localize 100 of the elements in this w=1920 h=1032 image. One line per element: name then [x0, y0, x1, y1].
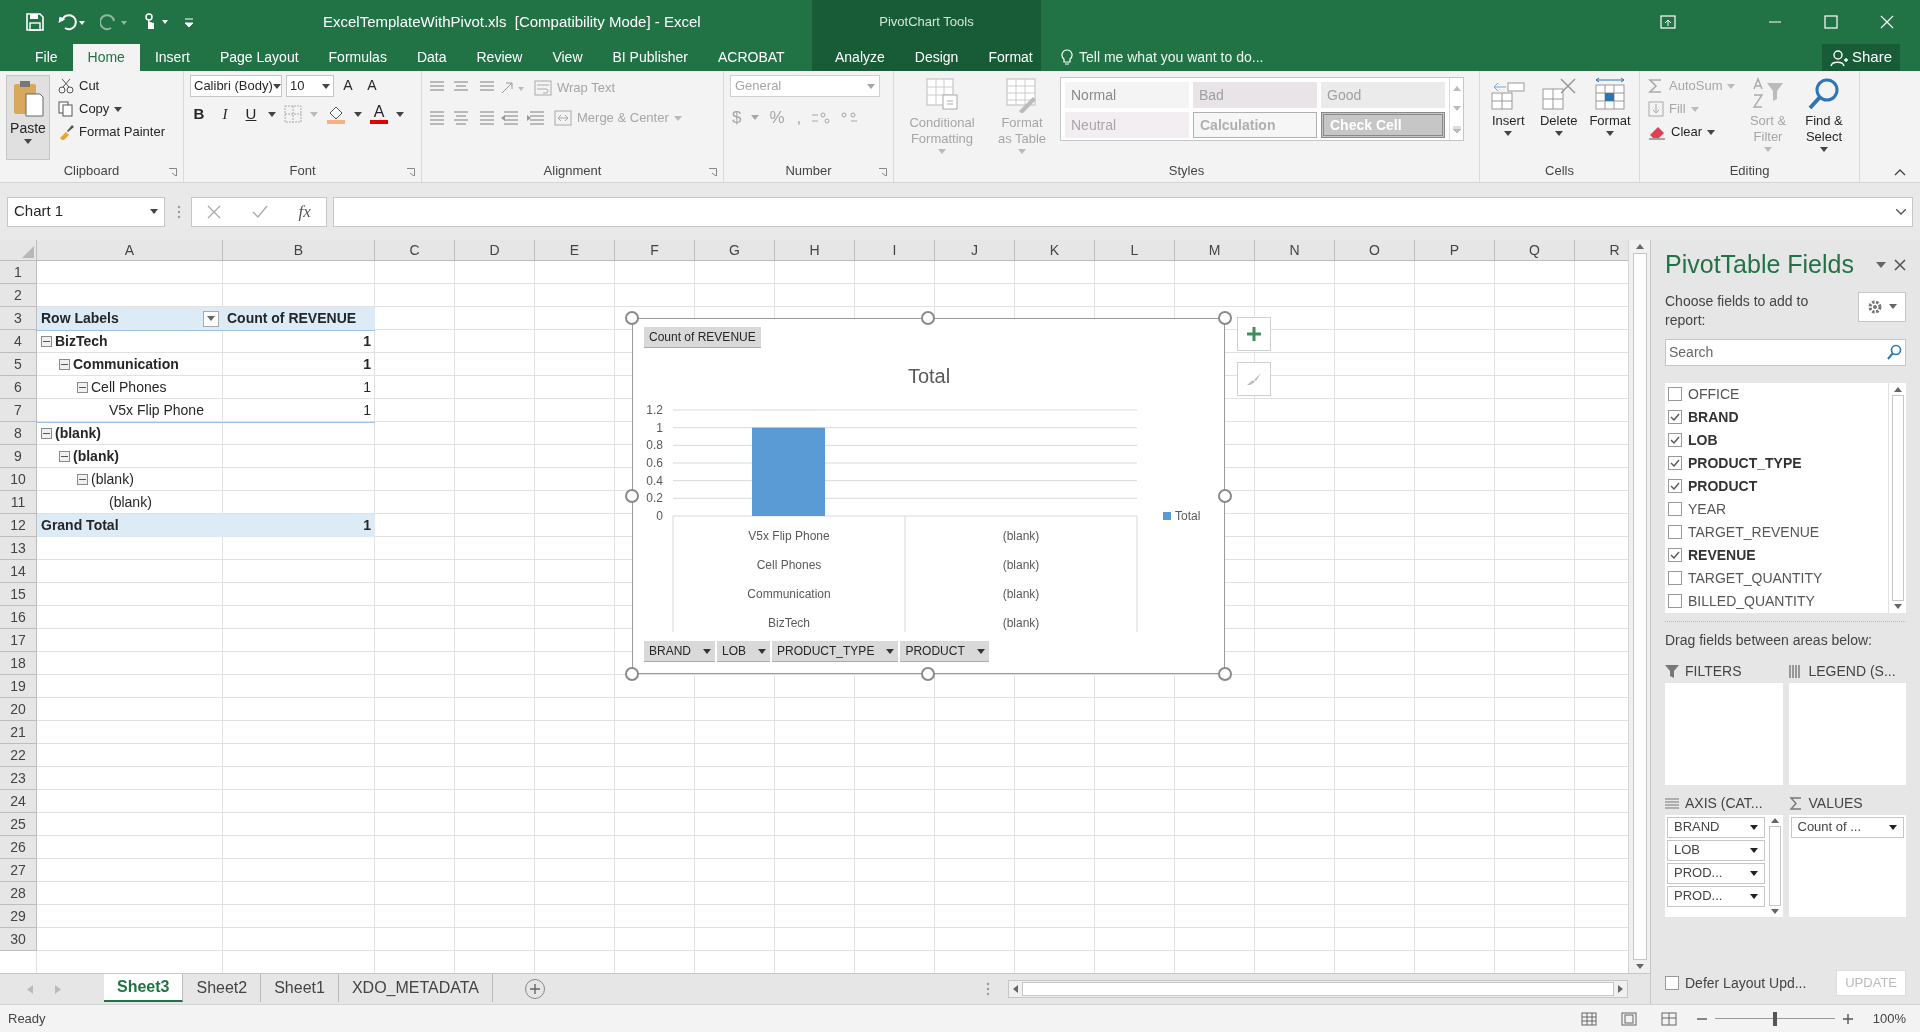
field-checkbox[interactable] [1668, 410, 1682, 424]
axis-field-button[interactable]: LOB [717, 641, 771, 662]
scroll-down-icon[interactable] [1770, 908, 1779, 914]
zoom-level[interactable]: 100% [1872, 1008, 1906, 1029]
copy-button[interactable]: Copy [56, 98, 167, 120]
column-header[interactable]: G [695, 240, 775, 261]
axis-field-button[interactable]: PRODUCT_TYPE [772, 641, 899, 662]
resize-handle[interactable] [1218, 489, 1232, 503]
field-chip[interactable]: Count of ... [1790, 816, 1904, 838]
row-header[interactable]: 28 [0, 882, 37, 905]
row-header[interactable]: 20 [0, 698, 37, 721]
row-header[interactable]: 9 [0, 445, 37, 468]
resize-handle[interactable] [1218, 311, 1232, 325]
column-header[interactable]: O [1335, 240, 1415, 261]
resize-handle[interactable] [921, 311, 935, 325]
scroll-down-icon[interactable] [1635, 964, 1644, 969]
insert-button[interactable]: Insert [1486, 75, 1531, 160]
value-field-button[interactable]: Count of REVENUE [644, 327, 761, 348]
align-center-icon[interactable] [452, 109, 470, 127]
ribbon-tab[interactable]: Formulas [313, 44, 402, 71]
close-icon[interactable] [1894, 258, 1906, 271]
field-checkbox[interactable] [1668, 387, 1682, 401]
field-checkbox[interactable] [1668, 433, 1682, 447]
row-header[interactable]: 6 [0, 376, 37, 399]
field-name[interactable]: TARGET_QUANTITY [1688, 567, 1823, 589]
field-checkbox[interactable] [1668, 525, 1682, 539]
column-header[interactable]: B [223, 240, 375, 261]
tell-me-field[interactable]: Tell me what you want to do... [1079, 47, 1299, 68]
row-header[interactable]: 25 [0, 813, 37, 836]
page-break-icon[interactable] [1660, 1011, 1677, 1026]
font-name-dropdown[interactable]: Calibri (Body) [190, 75, 282, 97]
field-chip[interactable]: PROD... [1667, 885, 1765, 907]
horizontal-scrollbar[interactable] [1008, 980, 1628, 998]
ribbon-tab[interactable]: BI Publisher [597, 44, 703, 71]
zoom-slider[interactable] [1714, 1011, 1835, 1026]
scroll-thumb[interactable] [1632, 253, 1647, 960]
dialog-launcher-icon[interactable] [879, 168, 887, 176]
sheet-tab[interactable]: Sheet1 [261, 974, 339, 1002]
field-name[interactable]: BILLED_QUANTITY [1688, 590, 1815, 612]
scroll-left-icon[interactable] [1013, 985, 1018, 993]
field-chip[interactable]: BRAND [1667, 816, 1765, 838]
redo-icon[interactable] [100, 13, 128, 31]
resize-handle[interactable] [625, 489, 639, 503]
column-header[interactable]: F [615, 240, 695, 261]
axis-field-button[interactable]: BRAND [644, 641, 715, 662]
row-header[interactable]: 17 [0, 629, 37, 652]
field-name[interactable]: OFFICE [1688, 383, 1740, 405]
row-header[interactable]: 26 [0, 836, 37, 859]
column-header[interactable]: R [1575, 240, 1628, 261]
ribbon-tab[interactable]: Home [72, 44, 140, 71]
column-header[interactable]: D [455, 240, 535, 261]
font-color-button[interactable]: A [370, 104, 388, 124]
ribbon-tab[interactable]: View [537, 44, 598, 71]
collapse-button[interactable] [41, 428, 52, 439]
field-name[interactable]: YEAR [1688, 498, 1727, 520]
row-header[interactable]: 12 [0, 514, 37, 537]
row-header[interactable]: 14 [0, 560, 37, 583]
field-chip[interactable]: PROD... [1667, 862, 1765, 884]
borders-icon[interactable] [284, 105, 302, 123]
row-header[interactable]: 30 [0, 928, 37, 951]
increase-indent-icon[interactable] [526, 109, 546, 127]
row-header[interactable]: 19 [0, 675, 37, 698]
format-painter-button[interactable]: Format Painter [56, 121, 167, 143]
find-select-button[interactable]: Find & Select [1798, 75, 1850, 160]
underline-button[interactable]: U [242, 103, 260, 125]
vertical-scrollbar[interactable] [1628, 240, 1650, 973]
row-header[interactable]: 27 [0, 859, 37, 882]
scroll-thumb[interactable] [1891, 394, 1904, 601]
resize-handle[interactable] [921, 667, 935, 681]
row-header[interactable]: 21 [0, 721, 37, 744]
slider-thumb[interactable] [1772, 1011, 1777, 1026]
field-name[interactable]: PRODUCT [1688, 475, 1758, 497]
column-header[interactable]: Q [1495, 240, 1575, 261]
collapse-button[interactable] [59, 359, 70, 370]
collapse-button[interactable] [59, 451, 70, 462]
dialog-launcher-icon[interactable] [709, 168, 717, 176]
format-button[interactable]: Format [1587, 75, 1633, 160]
collapse-button[interactable] [77, 474, 88, 485]
resize-handle[interactable] [1218, 667, 1232, 681]
save-icon[interactable] [26, 13, 44, 31]
maximize-icon[interactable] [1824, 15, 1838, 29]
ribbon-tab[interactable]: Page Layout [204, 44, 314, 71]
field-checkbox[interactable] [1668, 571, 1682, 585]
italic-button[interactable]: I [216, 103, 234, 125]
row-header[interactable]: 10 [0, 468, 37, 491]
sheet-tab[interactable]: XDO_METADATA [338, 974, 494, 1002]
row-header[interactable]: 1 [0, 261, 37, 284]
ribbon-display-options-icon[interactable] [1660, 15, 1676, 29]
insert-function-button[interactable]: fx [298, 198, 311, 225]
field-chip[interactable]: LOB [1667, 839, 1765, 861]
row-header[interactable]: 13 [0, 537, 37, 560]
scroll-right-icon[interactable] [1618, 985, 1623, 993]
field-name[interactable]: TARGET_REVENUE [1688, 521, 1820, 543]
row-header[interactable]: 24 [0, 790, 37, 813]
row-header[interactable]: 15 [0, 583, 37, 606]
cut-button[interactable]: Cut [56, 75, 167, 97]
pivot-chart[interactable]: Total 0 0.2 0.4 0.6 0.8 1 1.2 Total V5x Flip Phone (blank) Cell Phones (blank) Communication (blank) BizTech (blank) Count of REVENUE BRAND LOB PRODUCT_TYPE PRODUCT [632, 318, 1225, 674]
zoom-in-icon[interactable] [1842, 1013, 1853, 1024]
column-header[interactable]: I [855, 240, 935, 261]
field-checkbox[interactable] [1668, 479, 1682, 493]
